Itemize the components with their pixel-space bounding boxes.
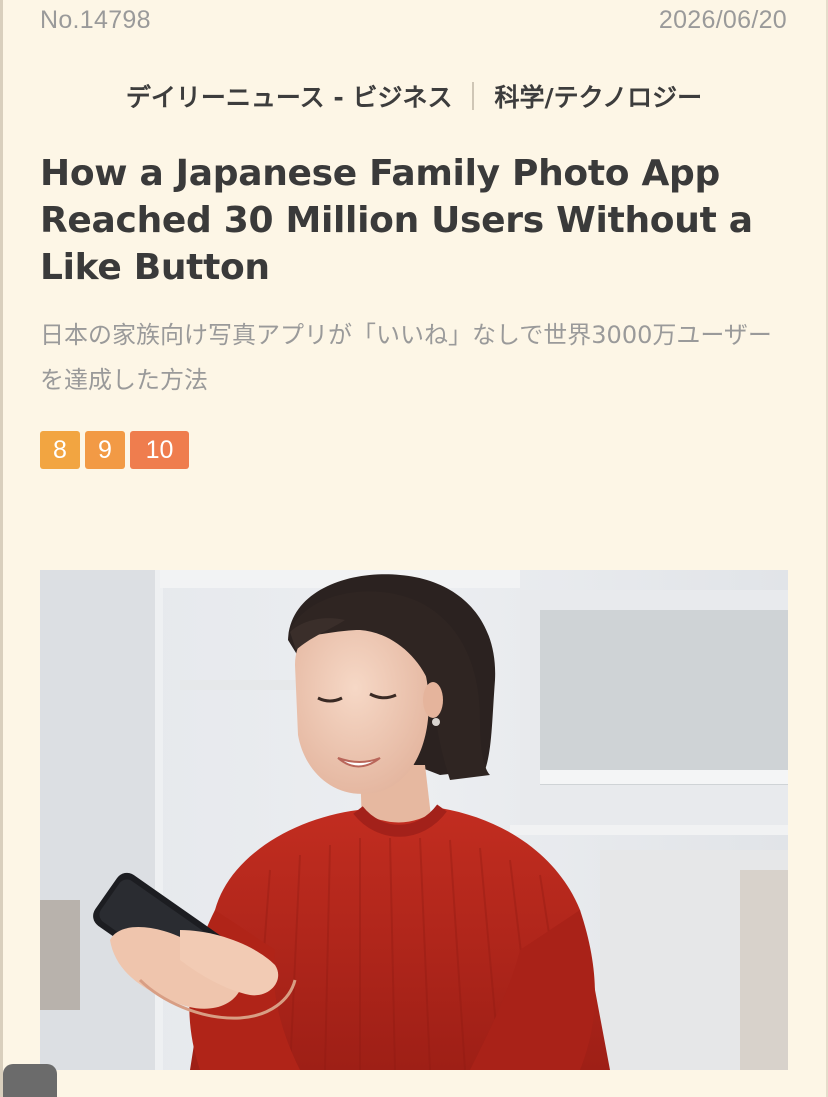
article-date: 2026/06/20 [658,6,787,34]
category-list: デイリーニュース - ビジネス 科学/テクノロジー [0,78,828,114]
left-page-border [0,0,3,1097]
category-business[interactable]: デイリーニュース - ビジネス [126,78,453,114]
hero-photo-illustration [40,570,788,1070]
level-badge-8[interactable]: 8 [40,431,80,469]
article-meta: No.14798 2026/06/20 [40,6,787,35]
article-title: How a Japanese Family Photo App Reached … [40,153,753,288]
hero-image [40,570,788,1070]
scroll-handle[interactable] [3,1064,57,1097]
article-subtitle: 日本の家族向け写真アプリが「いいね」なしで世界3000万ユーザーを達成した方法 [40,321,772,394]
level-badge-10[interactable]: 10 [130,431,189,469]
category-science-tech[interactable]: 科学/テクノロジー [494,78,702,114]
level-badges: 8 9 10 [40,431,189,469]
level-badge-9[interactable]: 9 [85,431,125,469]
category-divider [472,82,475,110]
article-number: No.14798 [40,6,151,34]
